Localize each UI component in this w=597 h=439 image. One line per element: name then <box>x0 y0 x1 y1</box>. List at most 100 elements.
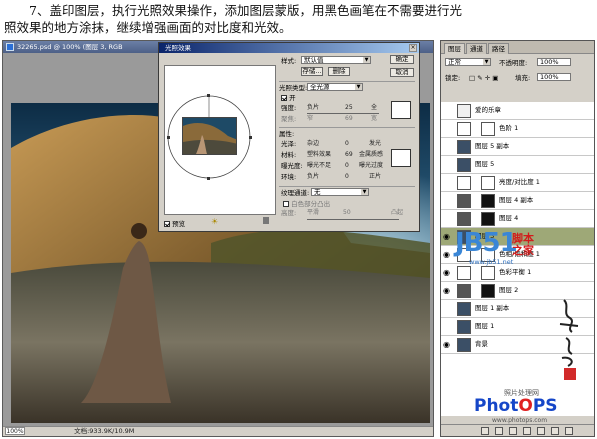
eye-icon[interactable] <box>443 179 453 187</box>
blend-mode-select[interactable]: 正常 ▼ <box>445 58 491 66</box>
light-bulb-icon[interactable]: ☀ <box>211 217 218 226</box>
texture-group <box>279 186 415 187</box>
tab-layers[interactable]: 图层 <box>444 43 465 54</box>
layer-thumbnail[interactable] <box>457 302 471 316</box>
eye-icon[interactable]: ◉ <box>443 341 453 349</box>
layer-row[interactable]: 图层 5 <box>441 156 594 174</box>
trash-icon[interactable] <box>263 217 269 224</box>
link-icon[interactable] <box>481 427 489 435</box>
new-layer-icon[interactable] <box>551 427 559 435</box>
eye-icon[interactable] <box>443 215 453 223</box>
layer-thumbnail[interactable] <box>457 338 471 352</box>
layer-name: 爱的乐章 <box>475 106 501 114</box>
eye-icon[interactable]: ◉ <box>443 287 453 295</box>
intensity-value[interactable]: 25 <box>345 104 353 111</box>
layer-row[interactable]: 图层 4 副本 <box>441 192 594 210</box>
gloss-value[interactable]: 0 <box>345 140 349 147</box>
eye-icon[interactable]: ◉ <box>443 269 453 277</box>
adjustment-thumbnail[interactable] <box>457 266 471 280</box>
layer-mask-thumbnail[interactable] <box>481 284 495 298</box>
layer-mask-thumbnail[interactable] <box>481 176 495 190</box>
layer-name: 图层 5 副本 <box>475 142 510 150</box>
close-icon[interactable]: × <box>409 44 417 52</box>
preview-checkbox[interactable] <box>164 221 170 227</box>
layer-row[interactable]: 爱的乐章 <box>441 102 594 120</box>
on-checkbox-row[interactable]: 开 <box>281 94 296 102</box>
adjustment-thumbnail[interactable] <box>457 176 471 190</box>
preview-checkbox-row[interactable]: 预览 <box>164 218 185 228</box>
layer-thumbnail[interactable] <box>457 140 471 154</box>
preview-thumbnail <box>182 117 237 155</box>
properties-label: 属性: <box>279 130 295 138</box>
mask-icon[interactable] <box>509 427 517 435</box>
adjustment-icon[interactable] <box>523 427 531 435</box>
cancel-button[interactable]: 取消 <box>390 68 414 77</box>
style-select[interactable]: 默认值 ▼ <box>301 56 371 64</box>
texture-select[interactable]: 无 ▼ <box>311 188 369 196</box>
save-button[interactable]: 存储... <box>301 67 323 76</box>
eye-icon[interactable]: ◉ <box>443 251 453 259</box>
fill-input[interactable]: 100% <box>537 73 571 81</box>
eye-icon[interactable] <box>443 107 453 115</box>
light-color-swatch[interactable] <box>391 101 411 119</box>
zoom-level[interactable]: 100% <box>5 427 25 435</box>
fx-icon[interactable] <box>495 427 503 435</box>
folder-icon[interactable] <box>537 427 545 435</box>
material-max-label: 金属质感 <box>359 151 384 158</box>
intensity-slider[interactable] <box>307 113 379 114</box>
layer-name: 图层 2 <box>499 286 519 294</box>
preview-label: 预览 <box>172 220 186 228</box>
intensity-label: 强度: <box>281 104 297 112</box>
layer-thumbnail[interactable] <box>457 158 471 172</box>
height-value[interactable]: 50 <box>343 209 351 216</box>
dialog-title-bar[interactable]: 光照效果 × <box>159 43 419 53</box>
ambience-value[interactable]: 0 <box>345 173 349 180</box>
exposure-value[interactable]: 0 <box>345 162 349 169</box>
lighting-effects-dialog[interactable]: 光照效果 × 预览 ☀ 样式: 默认值 ▼ 确定 取消 存储... 删除 光照类… <box>158 42 420 232</box>
tab-channels[interactable]: 通道 <box>466 43 487 54</box>
eye-icon[interactable] <box>443 305 453 313</box>
lock-icons[interactable]: □ ✎ ✛ ▣ <box>469 74 498 82</box>
layer-mask-thumbnail[interactable] <box>481 194 495 208</box>
light-type-select[interactable]: 全光源 ▼ <box>307 83 363 91</box>
eye-icon[interactable] <box>443 143 453 151</box>
eye-icon[interactable] <box>443 323 453 331</box>
white-high-label: 白色部分凸出 <box>291 200 331 208</box>
tab-paths[interactable]: 路径 <box>488 43 509 54</box>
layer-row[interactable]: 图层 4 <box>441 210 594 228</box>
eye-icon[interactable] <box>443 197 453 205</box>
layer-row[interactable]: 图层 5 副本 <box>441 138 594 156</box>
dialog-title: 光照效果 <box>165 44 191 52</box>
properties-group <box>279 127 415 128</box>
material-value[interactable]: 69 <box>345 151 353 158</box>
layer-mask-thumbnail[interactable] <box>481 266 495 280</box>
layer-mask-thumbnail[interactable] <box>481 212 495 226</box>
opacity-input[interactable]: 100% <box>537 58 571 66</box>
layer-thumbnail[interactable] <box>457 284 471 298</box>
ambience-color-swatch[interactable] <box>391 149 411 167</box>
height-slider[interactable] <box>307 219 399 220</box>
eye-icon[interactable] <box>443 125 453 133</box>
eye-icon[interactable] <box>443 161 453 169</box>
layer-mask-thumbnail[interactable] <box>481 122 495 136</box>
exposure-min-label: 曝光不足 <box>307 162 332 169</box>
white-high-row[interactable]: 白色部分凸出 <box>283 200 330 208</box>
jb51-logo: JB51 <box>455 228 518 258</box>
instruction-line-2: 照效果的地方涂抹，继续增强画面的对比度和光效。 <box>4 20 292 35</box>
eye-icon[interactable]: ◉ <box>443 233 453 241</box>
on-checkbox[interactable] <box>281 95 287 101</box>
ok-button[interactable]: 确定 <box>390 55 414 64</box>
layer-thumbnail[interactable] <box>457 320 471 334</box>
layer-thumbnail[interactable] <box>457 104 471 118</box>
layer-thumbnail[interactable] <box>457 194 471 208</box>
focus-value[interactable]: 69 <box>345 115 353 122</box>
trash-icon[interactable] <box>565 427 573 435</box>
layer-row[interactable]: 亮度/对比度 1 <box>441 174 594 192</box>
light-preview-area[interactable] <box>164 65 276 215</box>
delete-button[interactable]: 删除 <box>328 67 350 76</box>
layer-thumbnail[interactable] <box>457 212 471 226</box>
white-high-checkbox[interactable] <box>283 201 289 207</box>
layer-row[interactable]: 色阶 1 <box>441 120 594 138</box>
chevron-down-icon: ▼ <box>483 59 490 65</box>
adjustment-thumbnail[interactable] <box>457 122 471 136</box>
